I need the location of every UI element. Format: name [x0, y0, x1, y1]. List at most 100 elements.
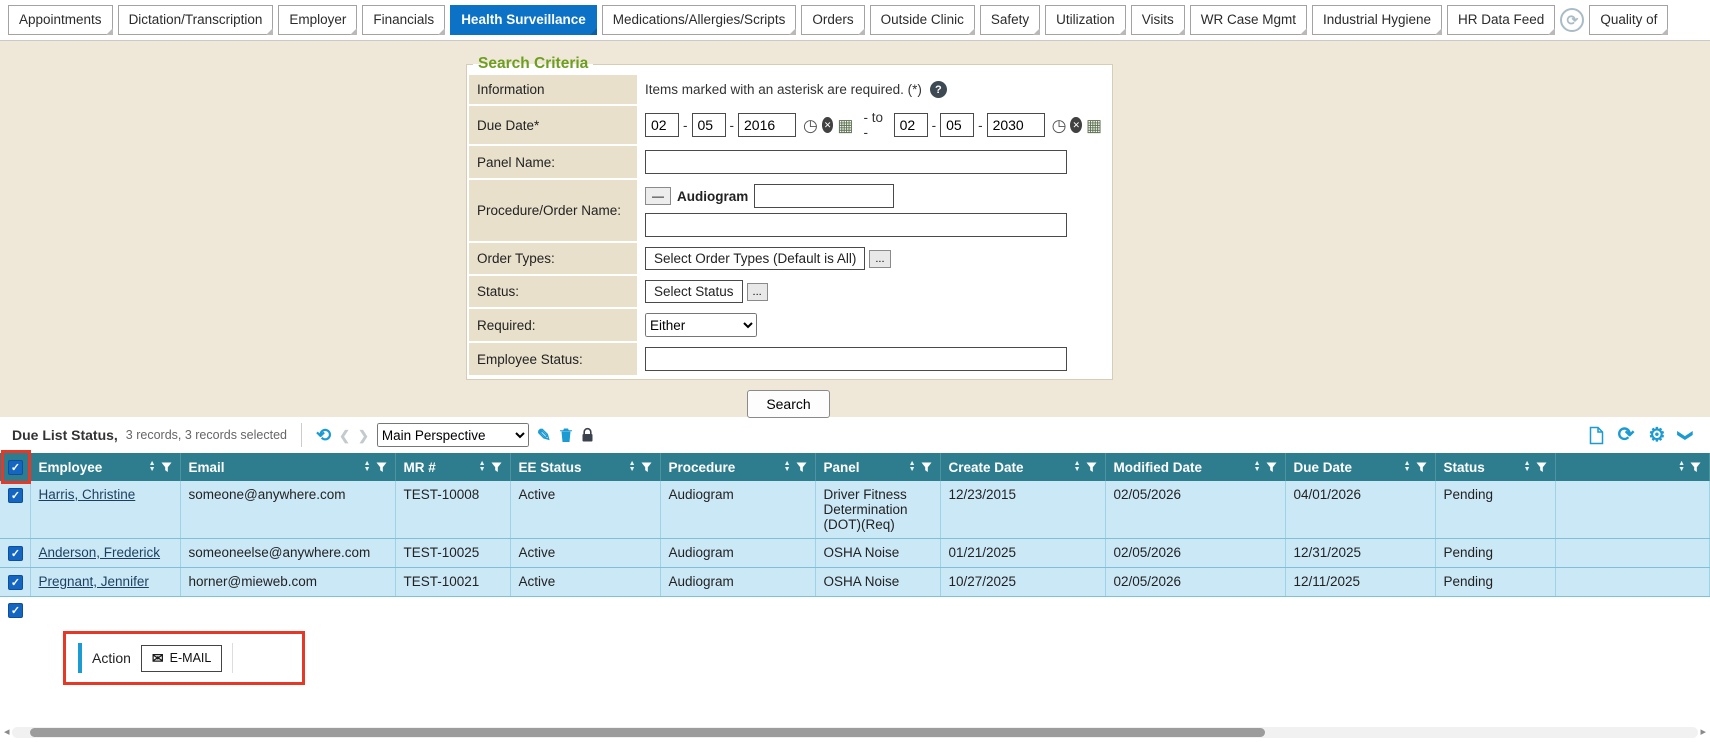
clear-date-icon[interactable]: ✕ — [1070, 117, 1082, 133]
clock-icon[interactable]: ◷ — [803, 117, 818, 134]
sort-icon[interactable]: ▲▼ — [1254, 461, 1261, 473]
due-from-day-input[interactable] — [692, 113, 726, 137]
email-button[interactable]: ✉ E-MAIL — [141, 645, 222, 672]
undo-icon[interactable]: ⟲ — [316, 426, 331, 444]
cell-create-date: 12/23/2015 — [940, 481, 1105, 539]
column-header-ee-status[interactable]: EE Status▲▼ — [510, 453, 660, 481]
sort-icon[interactable]: ▲▼ — [909, 461, 916, 473]
tab-employer[interactable]: Employer — [278, 5, 357, 35]
column-header-status[interactable]: Status▲▼ — [1435, 453, 1555, 481]
edit-pencil-icon[interactable]: ✎ — [537, 427, 551, 444]
footer-select-checkbox[interactable]: ✓ — [8, 603, 23, 618]
help-icon[interactable]: ? — [930, 81, 947, 98]
filter-icon[interactable] — [641, 462, 652, 473]
filter-icon[interactable] — [1536, 462, 1547, 473]
panel-name-input[interactable] — [645, 150, 1067, 174]
row-checkbox[interactable]: ✓ — [8, 575, 23, 590]
select-all-checkbox[interactable]: ✓ — [8, 460, 23, 475]
filter-icon[interactable] — [1690, 462, 1701, 473]
cell-email: someoneelse@anywhere.com — [180, 539, 395, 568]
tab-quality-of[interactable]: Quality of — [1589, 5, 1668, 35]
sort-icon[interactable]: ▲▼ — [1678, 461, 1685, 473]
refresh-icon[interactable]: ⟳ — [1618, 425, 1635, 445]
filter-icon[interactable] — [491, 462, 502, 473]
tab-orders[interactable]: Orders — [801, 5, 864, 35]
column-header-employee[interactable]: Employee▲▼ — [30, 453, 180, 481]
search-button[interactable]: Search — [747, 390, 829, 418]
row-checkbox[interactable]: ✓ — [8, 546, 23, 561]
history-icon[interactable]: ⟳ — [1560, 8, 1584, 32]
filter-icon[interactable] — [1086, 462, 1097, 473]
sort-icon[interactable]: ▲▼ — [1524, 461, 1531, 473]
scroll-right-arrow[interactable]: ▸ — [1700, 727, 1706, 738]
sort-icon[interactable]: ▲▼ — [364, 461, 371, 473]
due-from-year-input[interactable] — [738, 113, 796, 137]
horizontal-scrollbar[interactable]: ◂ ▸ — [4, 726, 1706, 739]
remove-procedure-button[interactable]: — — [645, 187, 671, 205]
due-to-month-input[interactable] — [894, 113, 928, 137]
settings-gear-icon[interactable]: ⚙ — [1648, 426, 1665, 445]
tab-outside-clinic[interactable]: Outside Clinic — [870, 5, 975, 35]
sort-icon[interactable]: ▲▼ — [629, 461, 636, 473]
sort-icon[interactable]: ▲▼ — [1074, 461, 1081, 473]
required-select[interactable]: Either — [645, 313, 757, 337]
due-to-day-input[interactable] — [940, 113, 974, 137]
tab-medications-allergies-scripts[interactable]: Medications/Allergies/Scripts — [602, 5, 797, 35]
tab-visits[interactable]: Visits — [1131, 5, 1185, 35]
order-types-value[interactable]: Select Order Types (Default is All) — [645, 247, 865, 270]
tab-dictation-transcription[interactable]: Dictation/Transcription — [118, 5, 274, 35]
scroll-left-arrow[interactable]: ◂ — [4, 727, 10, 738]
tab-wr-case-mgmt[interactable]: WR Case Mgmt — [1190, 5, 1307, 35]
employee-link[interactable]: Harris, Christine — [39, 487, 136, 502]
column-header-due-date[interactable]: Due Date▲▼ — [1285, 453, 1435, 481]
perspective-select[interactable]: Main Perspective — [377, 423, 529, 447]
employee-link[interactable]: Anderson, Frederick — [39, 545, 161, 560]
filter-icon[interactable] — [796, 462, 807, 473]
sort-icon[interactable]: ▲▼ — [479, 461, 486, 473]
filter-icon[interactable] — [1266, 462, 1277, 473]
column-header-procedure[interactable]: Procedure▲▼ — [660, 453, 815, 481]
order-types-ellipsis-button[interactable]: ... — [869, 250, 890, 268]
tab-utilization[interactable]: Utilization — [1045, 5, 1126, 35]
employee-status-input[interactable] — [645, 347, 1067, 371]
status-ellipsis-button[interactable]: ... — [747, 283, 768, 301]
tab-financials[interactable]: Financials — [362, 5, 445, 35]
clock-icon[interactable]: ◷ — [1052, 117, 1067, 134]
next-record-icon[interactable]: ❯ — [358, 429, 369, 442]
prev-record-icon[interactable]: ❮ — [339, 429, 350, 442]
column-header-modified-date[interactable]: Modified Date▲▼ — [1105, 453, 1285, 481]
filter-icon[interactable] — [1416, 462, 1427, 473]
lock-icon[interactable] — [581, 427, 594, 443]
due-to-year-input[interactable] — [987, 113, 1045, 137]
column-header-partial[interactable]: ▲▼ — [1555, 453, 1710, 481]
column-header-create-date[interactable]: Create Date▲▼ — [940, 453, 1105, 481]
tab-hr-data-feed[interactable]: HR Data Feed — [1447, 5, 1555, 35]
clear-date-icon[interactable]: ✕ — [822, 117, 834, 133]
sort-icon[interactable]: ▲▼ — [149, 461, 156, 473]
calendar-icon[interactable]: ▦ — [1086, 117, 1102, 134]
filter-icon[interactable] — [376, 462, 387, 473]
row-checkbox[interactable]: ✓ — [8, 488, 23, 503]
calendar-icon[interactable]: ▦ — [837, 117, 853, 134]
procedure-value-input[interactable] — [754, 184, 894, 208]
filter-icon[interactable] — [161, 462, 172, 473]
column-header-email[interactable]: Email▲▼ — [180, 453, 395, 481]
tab-health-surveillance[interactable]: Health Surveillance — [450, 5, 597, 35]
scrollbar-track[interactable] — [12, 727, 1699, 738]
tab-appointments[interactable]: Appointments — [8, 5, 113, 35]
column-header-mr[interactable]: MR #▲▼ — [395, 453, 510, 481]
column-header-panel[interactable]: Panel▲▼ — [815, 453, 940, 481]
status-value[interactable]: Select Status — [645, 280, 743, 303]
delete-trash-icon[interactable] — [559, 427, 573, 443]
sort-icon[interactable]: ▲▼ — [784, 461, 791, 473]
tab-safety[interactable]: Safety — [980, 5, 1040, 35]
scrollbar-thumb[interactable] — [30, 728, 1265, 737]
employee-link[interactable]: Pregnant, Jennifer — [39, 574, 149, 589]
filter-icon[interactable] — [921, 462, 932, 473]
procedure-order-name-input[interactable] — [645, 213, 1067, 237]
due-from-month-input[interactable] — [645, 113, 679, 137]
new-document-icon[interactable] — [1589, 426, 1604, 445]
sort-icon[interactable]: ▲▼ — [1404, 461, 1411, 473]
tab-industrial-hygiene[interactable]: Industrial Hygiene — [1312, 5, 1442, 35]
chevron-down-icon[interactable]: ❯ — [1678, 429, 1693, 442]
